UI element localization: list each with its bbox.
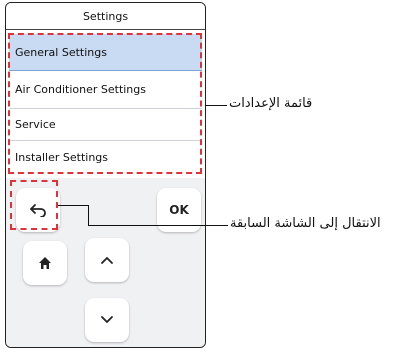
menu-callout-label: قائمة الإعدادات [229,96,313,111]
settings-menu: General Settings Air Conditioner Setting… [9,34,202,174]
menu-item-air-conditioner-settings[interactable]: Air Conditioner Settings [9,71,202,109]
back-leader-line-2 [88,205,89,225]
back-leader-line-3 [88,225,228,226]
back-leader-line-1 [58,205,88,206]
screen-title: Settings [6,3,205,30]
thermostat-device: Settings General Settings Air Conditione… [5,2,206,348]
up-button[interactable] [85,238,129,282]
menu-item-service[interactable]: Service [9,109,202,141]
home-icon [39,257,51,269]
chevron-up-icon [101,257,113,264]
keypad-area: OK [6,178,205,347]
back-callout-label: الانتقال إلى الشاشة السابقة [230,216,381,231]
back-button[interactable] [16,188,60,232]
chevron-down-icon [101,316,113,323]
menu-leader-line [205,105,227,106]
down-button[interactable] [85,298,129,342]
menu-item-general-settings[interactable]: General Settings [9,34,202,71]
home-button[interactable] [23,241,67,285]
menu-item-installer-settings[interactable]: Installer Settings [9,141,202,173]
back-arrow-icon [30,204,46,217]
